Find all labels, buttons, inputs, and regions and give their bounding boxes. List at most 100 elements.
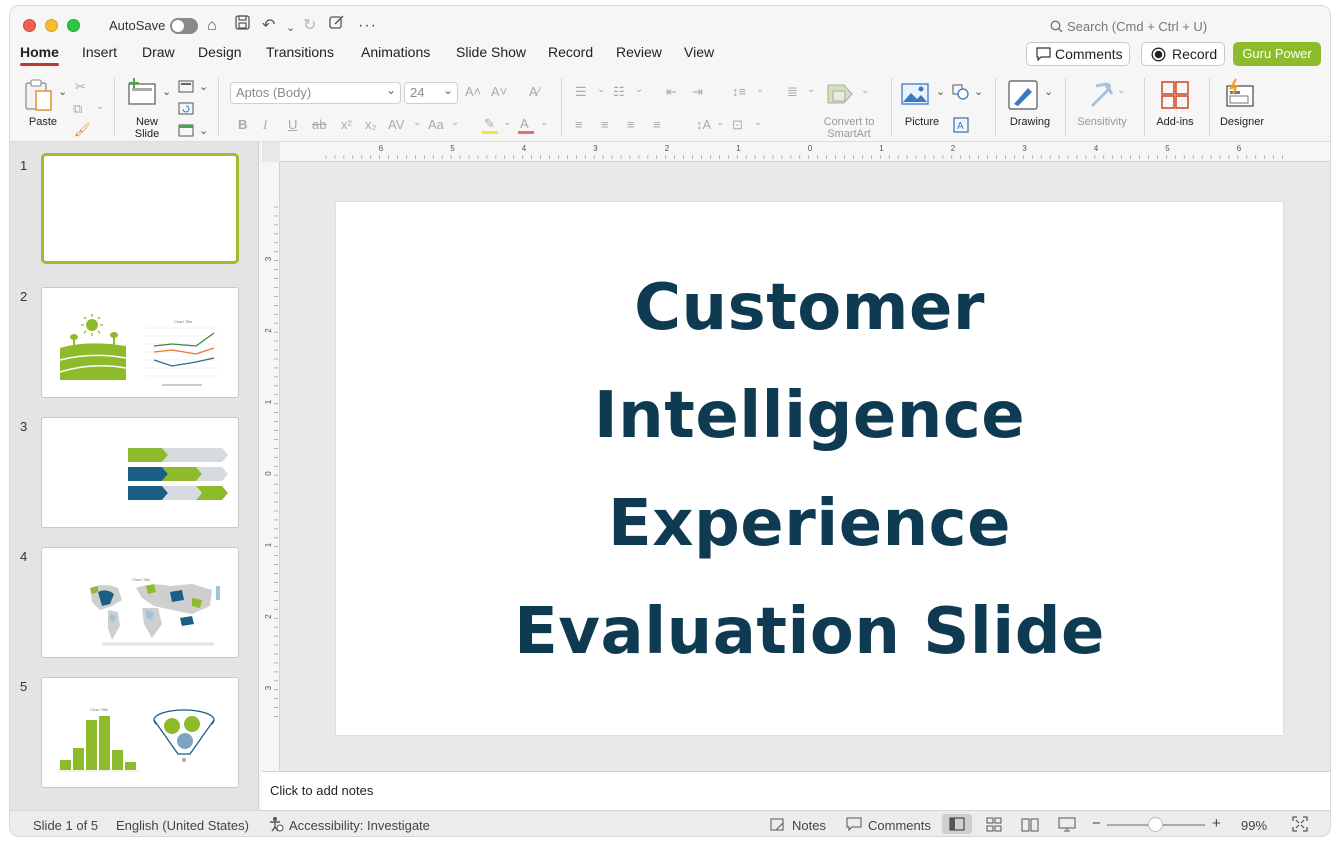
drawing-dropdown-icon[interactable]: ⌄ — [1044, 85, 1053, 98]
layout-dropdown-icon[interactable]: ⌄ — [199, 80, 208, 93]
guru-power-button[interactable]: Guru Power — [1233, 42, 1321, 66]
shapes-icon[interactable] — [952, 84, 970, 100]
character-spacing-dropdown-icon[interactable]: ⌄ — [413, 117, 421, 128]
columns-icon[interactable]: ≣ — [787, 84, 798, 100]
strikethrough-icon[interactable]: ab — [312, 117, 326, 132]
increase-indent-icon[interactable]: ⇥ — [692, 84, 703, 100]
clear-formatting-icon[interactable]: A⁄ — [529, 84, 540, 99]
layout-icon[interactable] — [178, 80, 194, 93]
zoom-level[interactable]: 99% — [1241, 818, 1267, 833]
superscript-icon[interactable]: x² — [341, 117, 352, 132]
slide-sorter-icon[interactable] — [986, 817, 1002, 835]
bold-icon[interactable]: B — [238, 117, 247, 132]
subscript-icon[interactable]: x₂ — [365, 117, 377, 132]
shapes-dropdown-icon[interactable]: ⌄ — [974, 85, 983, 98]
align-right-icon[interactable]: ≡ — [627, 117, 635, 132]
picture-dropdown-icon[interactable]: ⌄ — [936, 85, 945, 98]
paste-dropdown-icon[interactable]: ⌄ — [58, 85, 67, 98]
redo-icon[interactable]: ↻ — [303, 15, 316, 37]
slide-thumbnail-5[interactable]: Chart Title — [41, 677, 239, 788]
highlight-dropdown-icon[interactable]: ⌄ — [503, 117, 511, 128]
slide-thumbnail-3[interactable] — [41, 417, 239, 528]
font-size-dropdown[interactable]: 24 — [404, 80, 458, 104]
section-icon[interactable] — [178, 124, 194, 137]
add-ins-icon[interactable] — [1160, 80, 1190, 110]
paste-icon[interactable] — [24, 78, 54, 112]
line-spacing-dropdown-icon[interactable]: ⌄ — [756, 84, 764, 95]
text-direction-icon[interactable]: ↕A — [696, 117, 711, 132]
save-icon[interactable] — [235, 15, 250, 37]
italic-icon[interactable]: I — [263, 117, 267, 133]
smartart-icon[interactable] — [826, 83, 856, 105]
accessibility-status[interactable]: Accessibility: Investigate — [289, 818, 430, 833]
comments-button[interactable]: Comments — [1026, 42, 1130, 66]
new-slide-dropdown-icon[interactable]: ⌄ — [162, 85, 171, 98]
slide-title[interactable]: Customer Intelligence Experience Evaluat… — [336, 254, 1283, 686]
accessibility-icon[interactable] — [268, 816, 284, 835]
underline-icon[interactable]: U — [288, 117, 297, 132]
close-window-button[interactable] — [23, 19, 36, 32]
comments-status-button[interactable]: Comments — [868, 818, 931, 833]
format-painter-icon[interactable]: 🖌 — [74, 122, 91, 138]
new-slide-icon[interactable] — [126, 78, 158, 108]
notes-button[interactable]: Notes — [792, 818, 826, 833]
text-direction-dropdown-icon[interactable]: ⌄ — [716, 117, 724, 128]
change-case-icon[interactable]: Aa — [428, 117, 444, 132]
slide-thumbnail-2[interactable]: Chart Title — [41, 287, 239, 398]
minimize-window-button[interactable] — [45, 19, 58, 32]
numbering-dropdown-icon[interactable]: ⌄ — [635, 84, 643, 95]
sensitivity-icon[interactable] — [1086, 80, 1116, 110]
tab-slide-show[interactable]: Slide Show — [456, 44, 526, 60]
tab-home[interactable]: Home — [20, 44, 59, 66]
smartart-dropdown-icon[interactable]: ⌄ — [861, 85, 869, 96]
zoom-in-button[interactable]: + — [1212, 815, 1221, 832]
fit-to-window-icon[interactable] — [1292, 816, 1308, 835]
notes-icon[interactable] — [770, 817, 785, 835]
change-case-dropdown-icon[interactable]: ⌄ — [451, 117, 459, 128]
tab-insert[interactable]: Insert — [82, 44, 117, 60]
maximize-window-button[interactable] — [67, 19, 80, 32]
search-box[interactable]: Search (Cmd + Ctrl + U) — [1050, 19, 1207, 34]
copy-dropdown-icon[interactable]: ⌄ — [96, 101, 104, 112]
tab-record[interactable]: Record — [548, 44, 593, 60]
align-center-icon[interactable]: ≡ — [601, 117, 609, 132]
zoom-slider-thumb[interactable] — [1148, 817, 1163, 832]
justify-icon[interactable]: ≡ — [653, 117, 661, 132]
bullets-icon[interactable]: ☰ — [575, 84, 587, 100]
reset-slide-icon[interactable] — [178, 102, 194, 115]
font-name-dropdown[interactable]: Aptos (Body) — [230, 80, 401, 104]
reading-view-icon[interactable] — [1021, 817, 1039, 835]
section-dropdown-icon[interactable]: ⌄ — [199, 124, 208, 137]
customize-icon[interactable] — [329, 15, 345, 37]
language[interactable]: English (United States) — [116, 818, 249, 833]
sensitivity-dropdown-icon[interactable]: ⌄ — [1117, 85, 1125, 96]
columns-dropdown-icon[interactable]: ⌄ — [807, 84, 815, 95]
align-text-icon[interactable]: ⊡ — [732, 117, 743, 133]
slide-thumbnail-4[interactable]: Chart Title — [41, 547, 239, 658]
tab-animations[interactable]: Animations — [361, 44, 430, 60]
align-left-icon[interactable]: ≡ — [575, 117, 583, 132]
increase-font-icon[interactable]: A˄ — [465, 84, 481, 99]
home-icon[interactable]: ⌂ — [207, 15, 217, 37]
notes-pane[interactable]: Click to add notes — [262, 771, 1330, 810]
bullets-dropdown-icon[interactable]: ⌄ — [597, 84, 605, 95]
undo-dropdown-icon[interactable]: ⌄ — [286, 17, 295, 39]
picture-icon[interactable] — [901, 83, 929, 105]
character-spacing-icon[interactable]: AV — [388, 117, 404, 132]
decrease-indent-icon[interactable]: ⇤ — [666, 84, 677, 100]
numbering-icon[interactable]: ☷ — [613, 84, 625, 100]
slide-thumbnail-1[interactable] — [41, 153, 239, 264]
align-text-dropdown-icon[interactable]: ⌄ — [754, 117, 762, 128]
tab-transitions[interactable]: Transitions — [266, 44, 334, 60]
slide-show-icon[interactable] — [1058, 817, 1076, 835]
zoom-out-button[interactable]: − — [1092, 815, 1101, 832]
comments-status-icon[interactable] — [846, 817, 862, 834]
tab-draw[interactable]: Draw — [142, 44, 175, 60]
record-button[interactable]: Record — [1141, 42, 1225, 66]
decrease-font-icon[interactable]: A˅ — [491, 84, 507, 99]
tab-design[interactable]: Design — [198, 44, 242, 60]
drawing-icon[interactable] — [1008, 80, 1038, 110]
font-color-dropdown-icon[interactable]: ⌄ — [540, 117, 548, 128]
text-box-icon[interactable]: A — [953, 117, 969, 133]
normal-view-button[interactable] — [942, 814, 972, 834]
